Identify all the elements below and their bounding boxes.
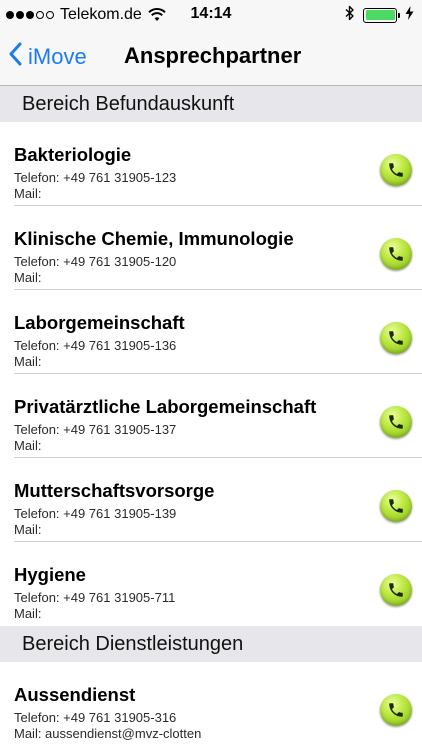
contact-title: Bakteriologie xyxy=(14,144,132,165)
contact-mail: Mail: aussendienst@mvz-clotten xyxy=(14,726,202,741)
contact-title: Laborgemeinschaft xyxy=(14,312,185,333)
contact-title: Privatärztliche Laborgemeinschaft xyxy=(14,396,317,417)
phone-call-icon[interactable] xyxy=(380,574,412,606)
contact-title: Mutterschaftsvorsorge xyxy=(14,480,215,501)
contact-mail: Mail: xyxy=(14,438,42,453)
section-header-befundauskunft: Bereich Befundauskunft xyxy=(0,86,422,122)
back-button[interactable]: iMove xyxy=(8,42,87,72)
contact-phone: Telefon: +49 761 31905-123 xyxy=(14,170,177,185)
contact-mail: Mail: xyxy=(14,186,42,201)
contact-mail: Mail: xyxy=(14,270,42,285)
contact-title: Hygiene xyxy=(14,564,86,585)
list-item[interactable]: Bakteriologie Telefon: +49 761 31905-123… xyxy=(0,122,422,206)
back-button-label: iMove xyxy=(28,44,87,69)
bluetooth-icon xyxy=(345,5,355,26)
contact-phone: Telefon: +49 761 31905-120 xyxy=(14,254,177,269)
navigation-bar: iMove Ansprechpartner xyxy=(0,30,422,86)
contact-phone: Telefon: +49 761 31905-139 xyxy=(14,506,177,521)
list-item[interactable]: Hygiene Telefon: +49 761 31905-711 Mail: xyxy=(0,542,422,626)
list-item[interactable]: Laborgemeinschaft Telefon: +49 761 31905… xyxy=(0,290,422,374)
contact-phone: Telefon: +49 761 31905-316 xyxy=(14,710,177,725)
battery-level xyxy=(365,10,395,20)
phone-call-icon[interactable] xyxy=(380,322,412,354)
battery-icon xyxy=(363,7,400,23)
page-title: Ansprechpartner xyxy=(124,43,302,68)
contact-mail: Mail: xyxy=(14,606,42,621)
list-item[interactable]: Aussendienst Telefon: +49 761 31905-316 … xyxy=(0,662,422,746)
phone-call-icon[interactable] xyxy=(380,406,412,438)
phone-call-icon[interactable] xyxy=(380,238,412,270)
phone-call-icon[interactable] xyxy=(380,490,412,522)
list-item[interactable]: Klinische Chemie, Immunologie Telefon: +… xyxy=(0,206,422,290)
contact-phone: Telefon: +49 761 31905-711 xyxy=(14,590,176,605)
contact-phone: Telefon: +49 761 31905-137 xyxy=(14,422,177,437)
contact-mail: Mail: xyxy=(14,354,42,369)
charging-bolt-icon xyxy=(405,5,414,25)
contact-list: Bereich Befundauskunft Bakteriologie Tel… xyxy=(0,86,422,746)
contact-mail: Mail: xyxy=(14,522,42,537)
status-bar: Telekom.de 14:14 xyxy=(0,0,422,30)
section-header-dienstleistungen: Bereich Dienstleistungen xyxy=(0,626,422,662)
chevron-left-icon xyxy=(8,42,22,72)
list-item[interactable]: Mutterschaftsvorsorge Telefon: +49 761 3… xyxy=(0,458,422,542)
contact-phone: Telefon: +49 761 31905-136 xyxy=(14,338,177,353)
contact-title: Aussendienst xyxy=(14,684,136,705)
status-right xyxy=(345,5,414,25)
list-item[interactable]: Privatärztliche Laborgemeinschaft Telefo… xyxy=(0,374,422,458)
contact-title: Klinische Chemie, Immunologie xyxy=(14,228,294,249)
phone-call-icon[interactable] xyxy=(380,154,412,186)
phone-call-icon[interactable] xyxy=(380,694,412,726)
